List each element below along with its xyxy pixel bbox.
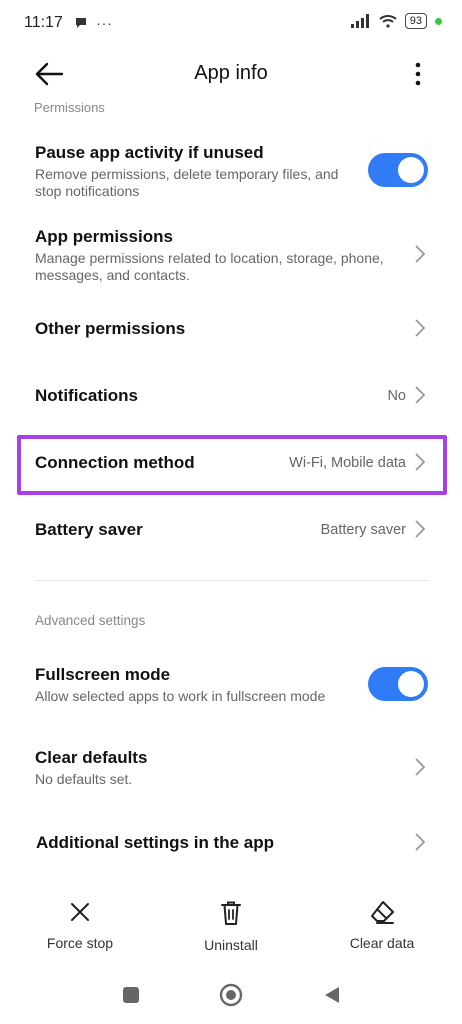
chevron-right-icon <box>415 758 426 776</box>
pause-app-activity-row[interactable]: Pause app activity if unused Remove perm… <box>0 140 462 210</box>
additional-settings-row[interactable]: Additional settings in the app <box>0 820 462 864</box>
uninstall-button[interactable]: Uninstall <box>171 900 291 953</box>
fullscreen-mode-title: Fullscreen mode <box>35 665 171 684</box>
chevron-right-icon <box>415 386 426 404</box>
clear-defaults-row[interactable]: Clear defaults No defaults set. <box>0 745 462 795</box>
status-right-icons: 93 <box>350 13 442 29</box>
wifi-icon <box>379 15 397 28</box>
status-left-icons: ··· <box>74 15 113 31</box>
toggle-knob <box>398 671 424 697</box>
notifications-row[interactable]: Notifications No <box>0 373 462 417</box>
battery-saver-value: Battery saver <box>320 522 406 538</box>
clear-defaults-subtitle: No defaults set. <box>35 771 133 787</box>
clear-data-button[interactable]: Clear data <box>322 900 442 951</box>
app-permissions-row[interactable]: App permissions Manage permissions relat… <box>0 224 462 294</box>
app-permissions-title: App permissions <box>35 227 173 246</box>
fullscreen-mode-toggle[interactable] <box>368 667 428 701</box>
uninstall-label: Uninstall <box>204 937 258 953</box>
trash-icon <box>221 901 241 925</box>
battery-indicator: 93 <box>404 13 427 29</box>
more-notifications-icon: ··· <box>96 15 113 31</box>
home-nav-icon[interactable] <box>219 983 243 1007</box>
advanced-settings-label: Advanced settings <box>35 613 146 628</box>
force-stop-label: Force stop <box>46 935 114 951</box>
clear-data-label: Clear data <box>349 935 415 951</box>
chevron-right-icon <box>415 245 426 263</box>
section-divider <box>35 580 428 581</box>
other-permissions-row[interactable]: Other permissions <box>0 306 462 350</box>
page-title: App info <box>194 62 268 84</box>
chevron-right-icon <box>415 319 426 337</box>
signal-icon <box>350 14 369 28</box>
close-icon <box>71 903 89 921</box>
connection-method-row[interactable]: Connection method Wi-Fi, Mobile data <box>0 440 462 484</box>
force-stop-button[interactable]: Force stop <box>20 900 140 951</box>
other-permissions-title: Other permissions <box>35 319 186 338</box>
battery-saver-title: Battery saver <box>35 520 143 539</box>
pause-app-activity-toggle[interactable] <box>368 153 428 187</box>
chevron-right-icon <box>415 520 426 538</box>
chevron-right-icon <box>415 833 426 851</box>
chevron-right-icon <box>415 453 426 471</box>
eraser-icon <box>371 901 394 924</box>
more-options-icon[interactable] <box>406 60 430 88</box>
privacy-indicator-dot <box>435 17 442 25</box>
notifications-title: Notifications <box>35 386 138 405</box>
battery-saver-row[interactable]: Battery saver Battery saver <box>0 507 462 551</box>
recents-nav-icon[interactable] <box>121 985 141 1005</box>
message-icon <box>76 18 86 28</box>
pause-app-activity-title: Pause app activity if unused <box>35 143 264 162</box>
fullscreen-mode-row[interactable]: Fullscreen mode Allow selected apps to w… <box>0 662 462 712</box>
back-nav-icon[interactable] <box>322 985 342 1005</box>
connection-method-title: Connection method <box>35 453 195 472</box>
clear-defaults-title: Clear defaults <box>35 748 148 767</box>
status-time: 11:17 <box>24 14 63 31</box>
app-permissions-subtitle: Manage permissions related to location, … <box>35 250 384 283</box>
connection-method-value: Wi-Fi, Mobile data <box>289 455 406 471</box>
notifications-value: No <box>387 388 406 404</box>
additional-settings-title: Additional settings in the app <box>36 833 274 852</box>
permissions-section-label: Permissions <box>34 100 105 115</box>
pause-app-activity-subtitle: Remove permissions, delete temporary fil… <box>35 166 339 199</box>
toggle-knob <box>398 157 424 183</box>
fullscreen-mode-subtitle: Allow selected apps to work in fullscree… <box>35 688 326 704</box>
